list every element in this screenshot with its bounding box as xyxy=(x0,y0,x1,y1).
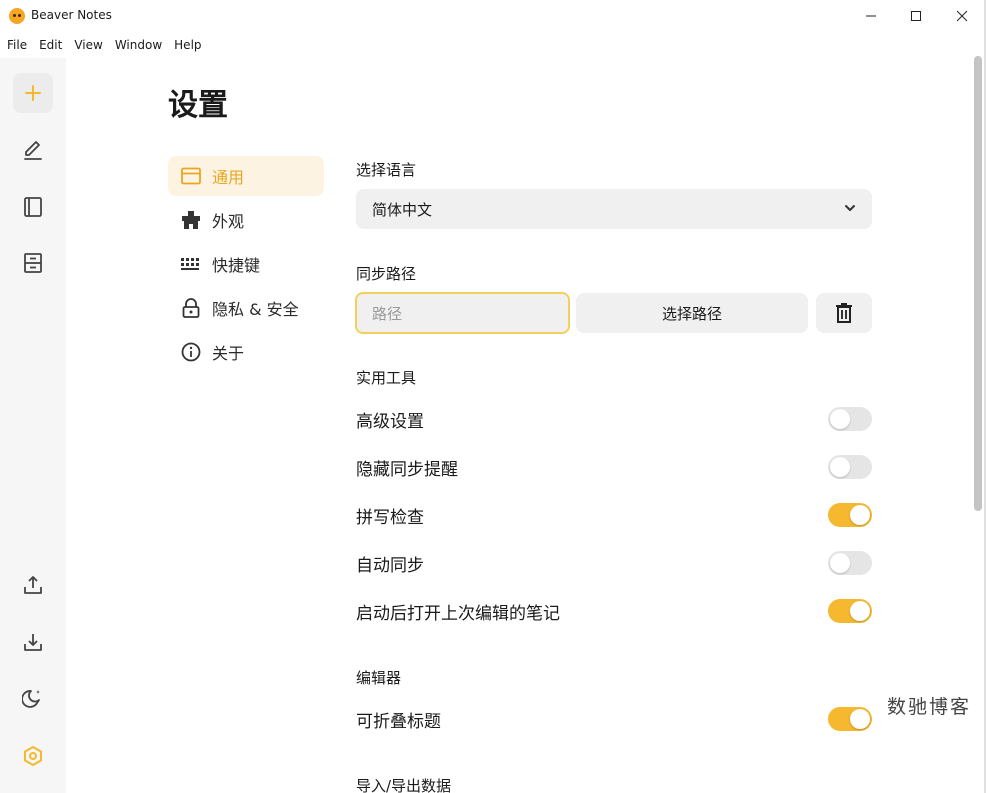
utilities-label: 实用工具 xyxy=(356,369,417,387)
maximize-button[interactable] xyxy=(893,0,939,32)
lock-icon xyxy=(181,298,201,318)
collapsible-headings-toggle[interactable] xyxy=(828,707,872,731)
import-export-label: 导入/导出数据 xyxy=(356,777,452,793)
chevron-down-icon xyxy=(845,205,855,211)
appearance-icon xyxy=(181,210,201,230)
archive-icon xyxy=(24,253,42,273)
setting-label: 可折叠标题 xyxy=(356,711,441,732)
nav-general[interactable]: 通用 xyxy=(168,156,324,196)
setting-label: 启动后打开上次编辑的笔记 xyxy=(356,603,560,624)
editor-label: 编辑器 xyxy=(356,669,402,687)
toggle-knob xyxy=(830,553,850,573)
watermark: 数驰博客 xyxy=(887,696,972,718)
nav-appearance[interactable]: 外观 xyxy=(168,200,324,240)
setting-collapsible-headings: 可折叠标题 xyxy=(356,705,872,733)
language-select[interactable]: 简体中文 xyxy=(356,189,872,229)
menu-view[interactable]: View xyxy=(67,38,107,52)
nav-about-label: 关于 xyxy=(212,344,245,363)
menu-help[interactable]: Help xyxy=(167,38,206,52)
nav-shortcuts-label: 快捷键 xyxy=(212,256,261,275)
advanced-settings-toggle[interactable] xyxy=(828,407,872,431)
sync-path-input[interactable]: 路径 xyxy=(355,292,570,334)
beaver-logo-icon xyxy=(9,8,25,24)
nav-general-label: 通用 xyxy=(212,168,245,187)
icon-sidebar xyxy=(0,58,66,793)
sync-path-placeholder: 路径 xyxy=(372,304,403,323)
notebook-icon xyxy=(24,197,42,217)
setting-label: 高级设置 xyxy=(356,411,424,432)
nav-appearance-label: 外观 xyxy=(212,212,245,231)
trash-icon xyxy=(836,303,852,323)
clear-path-button[interactable] xyxy=(816,293,872,333)
info-icon xyxy=(181,342,201,362)
minimize-button[interactable] xyxy=(848,0,894,32)
settings-icon xyxy=(24,746,42,766)
setting-advanced: 高级设置 xyxy=(356,405,872,433)
setting-label: 隐藏同步提醒 xyxy=(356,459,458,480)
menu-window[interactable]: Window xyxy=(108,38,167,52)
settings-button[interactable] xyxy=(13,736,53,776)
choose-path-button[interactable]: 选择路径 xyxy=(576,293,808,333)
window-title: Beaver Notes xyxy=(31,8,112,22)
language-value: 简体中文 xyxy=(372,200,433,219)
close-button[interactable] xyxy=(939,0,985,32)
title-bar: Beaver Notes xyxy=(0,0,986,32)
notebook-button[interactable] xyxy=(13,187,53,227)
sync-path-label: 同步路径 xyxy=(356,265,417,283)
archive-button[interactable] xyxy=(13,243,53,283)
add-note-icon xyxy=(25,85,41,101)
setting-hide-sync-reminder: 隐藏同步提醒 xyxy=(356,453,872,481)
export-button[interactable] xyxy=(13,565,53,605)
toggle-knob xyxy=(850,601,870,621)
nav-shortcuts[interactable]: 快捷键 xyxy=(168,244,324,284)
dark-mode-button[interactable] xyxy=(13,678,53,718)
nav-privacy[interactable]: 隐私 & 安全 xyxy=(168,288,324,328)
import-icon xyxy=(24,634,42,651)
dark-mode-icon xyxy=(22,690,40,708)
menu-bar: File Edit View Window Help xyxy=(0,34,207,56)
export-icon xyxy=(24,576,42,594)
maximize-icon xyxy=(911,11,921,21)
add-note-button[interactable] xyxy=(13,73,53,113)
import-button[interactable] xyxy=(13,622,53,662)
notes-button[interactable] xyxy=(13,130,53,170)
menu-edit[interactable]: Edit xyxy=(32,38,67,52)
language-label: 选择语言 xyxy=(356,161,417,179)
setting-label: 自动同步 xyxy=(356,555,424,576)
toggle-knob xyxy=(830,457,850,477)
spellcheck-toggle[interactable] xyxy=(828,503,872,527)
nav-about[interactable]: 关于 xyxy=(168,332,324,372)
setting-auto-sync: 自动同步 xyxy=(356,549,872,577)
edit-icon xyxy=(24,141,42,160)
toggle-knob xyxy=(830,409,850,429)
general-icon xyxy=(181,166,201,186)
menu-file[interactable]: File xyxy=(0,38,32,52)
open-last-note-toggle[interactable] xyxy=(828,599,872,623)
setting-open-last-note: 启动后打开上次编辑的笔记 xyxy=(356,597,872,625)
close-icon xyxy=(956,10,968,22)
keyboard-icon xyxy=(181,254,201,274)
toggle-knob xyxy=(850,505,870,525)
minimize-icon xyxy=(866,15,876,17)
auto-sync-toggle[interactable] xyxy=(828,551,872,575)
toggle-knob xyxy=(850,709,870,729)
nav-privacy-label: 隐私 & 安全 xyxy=(212,300,299,319)
hide-sync-reminder-toggle[interactable] xyxy=(828,455,872,479)
setting-label: 拼写检查 xyxy=(356,507,424,528)
page-title: 设置 xyxy=(168,88,228,123)
setting-spellcheck: 拼写检查 xyxy=(356,501,872,529)
scrollbar[interactable] xyxy=(974,56,982,511)
